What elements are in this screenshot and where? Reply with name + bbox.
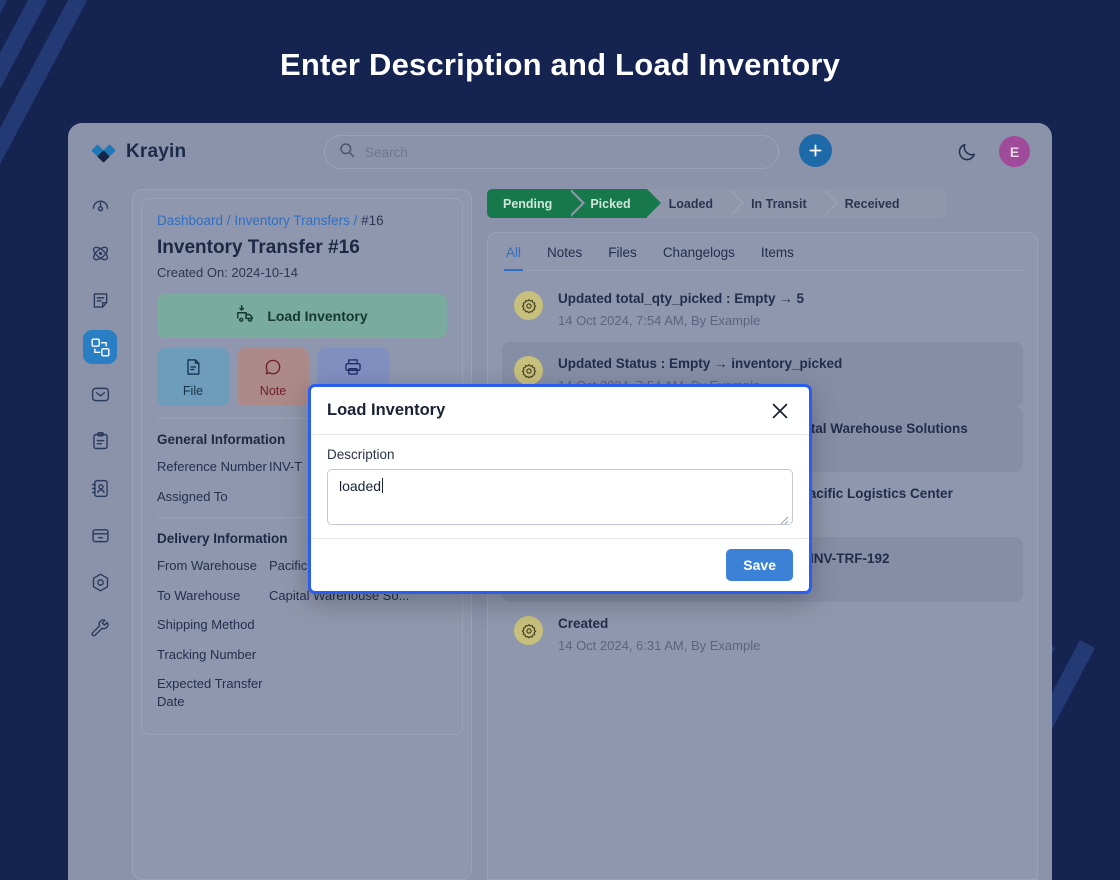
description-label: Description xyxy=(327,447,395,462)
activity-title: Created xyxy=(558,616,609,631)
activity-item: Updated total_qty_picked : Empty → 5 14 … xyxy=(502,277,1023,342)
note-icon xyxy=(263,357,283,380)
printer-icon xyxy=(343,357,363,380)
field-value xyxy=(269,616,447,634)
gear-icon xyxy=(514,616,543,645)
sidebar xyxy=(68,181,132,880)
search-icon xyxy=(339,142,355,163)
close-icon[interactable] xyxy=(767,398,793,424)
tab-files[interactable]: Files xyxy=(608,233,637,270)
tab-changelogs[interactable]: Changelogs xyxy=(663,233,735,270)
pipeline-stage-pending[interactable]: Pending xyxy=(487,189,586,218)
load-inventory-button[interactable]: Load Inventory xyxy=(157,294,447,338)
krayin-logo-icon xyxy=(91,139,117,165)
field-key: Shipping Method xyxy=(157,617,255,633)
sidebar-item-dashboard[interactable] xyxy=(83,189,117,223)
app-header: Krayin Search E xyxy=(68,123,1052,181)
activity-title: Updated Status : Empty → inventory_picke… xyxy=(558,356,843,371)
add-button[interactable] xyxy=(799,134,832,167)
sidebar-item-settings[interactable] xyxy=(83,612,117,646)
search-placeholder: Search xyxy=(365,144,408,160)
description-value: loaded xyxy=(339,478,382,494)
brand[interactable]: Krayin xyxy=(91,139,291,165)
tab-notes[interactable]: Notes xyxy=(547,233,582,270)
breadcrumb-current: #16 xyxy=(361,213,384,228)
breadcrumb-sep-1: / xyxy=(223,213,235,228)
field-value xyxy=(269,646,447,664)
gear-icon xyxy=(514,291,543,320)
sidebar-item-configuration[interactable] xyxy=(83,565,117,599)
modal-header: Load Inventory xyxy=(311,387,809,435)
field-value xyxy=(269,675,447,710)
banner-title: Enter Description and Load Inventory xyxy=(279,47,841,82)
modal-title: Load Inventory xyxy=(327,401,446,419)
gear-icon xyxy=(514,356,543,385)
modal-footer: Save xyxy=(311,538,809,591)
tab-bar: All Notes Files Changelogs Items xyxy=(502,233,1023,271)
sidebar-item-mail[interactable] xyxy=(83,377,117,411)
tab-all[interactable]: All xyxy=(503,233,524,271)
field-key: From Warehouse xyxy=(157,558,257,574)
brand-name: Krayin xyxy=(126,141,187,162)
pipeline-stage-received[interactable]: Received xyxy=(822,189,916,218)
field-key: Reference Number xyxy=(157,459,267,474)
save-button[interactable]: Save xyxy=(726,549,793,581)
field-row: Shipping Method xyxy=(157,616,447,634)
avatar[interactable]: E xyxy=(999,136,1030,167)
note-action-label: Note xyxy=(259,383,287,398)
field-row: Tracking Number xyxy=(157,646,447,664)
breadcrumb-dashboard[interactable]: Dashboard xyxy=(157,213,223,228)
field-row: Expected Transfer Date xyxy=(157,675,447,710)
sidebar-item-contacts[interactable] xyxy=(83,471,117,505)
file-action-label: File xyxy=(182,383,204,398)
sidebar-item-activities[interactable] xyxy=(83,424,117,458)
tab-items[interactable]: Items xyxy=(761,233,794,270)
text-caret xyxy=(382,478,384,493)
search-input[interactable]: Search xyxy=(324,135,779,169)
activity-item: Created 14 Oct 2024, 6:31 AM, By Example xyxy=(502,602,1023,667)
modal-body: Description loaded xyxy=(311,435,809,538)
field-key: Expected Transfer Date xyxy=(157,676,263,709)
file-icon xyxy=(183,357,203,380)
breadcrumb-inventory-transfers[interactable]: Inventory Transfers xyxy=(234,213,350,228)
pipeline-stage-in-transit[interactable]: In Transit xyxy=(729,189,823,218)
field-key: Tracking Number xyxy=(157,646,257,662)
field-key: Assigned To xyxy=(157,488,228,504)
field-key: To Warehouse xyxy=(157,587,241,603)
load-inventory-modal: Load Inventory Description loaded Save xyxy=(308,384,812,594)
sidebar-item-inventory-transfers[interactable] xyxy=(83,330,117,364)
truck-load-icon xyxy=(236,304,257,328)
activity-title: Updated total_qty_picked : Empty → 5 xyxy=(558,291,805,306)
load-inventory-label: Load Inventory xyxy=(267,308,368,324)
dark-mode-toggle[interactable] xyxy=(956,141,978,163)
description-input[interactable]: loaded xyxy=(327,469,793,525)
breadcrumb-sep-2: / xyxy=(349,213,362,228)
sidebar-item-leads[interactable] xyxy=(83,236,117,270)
note-action-button[interactable]: Note xyxy=(237,348,309,406)
created-on: Created On: 2024-10-14 xyxy=(157,265,298,280)
sidebar-item-quotes[interactable] xyxy=(83,283,117,317)
activity-meta: 14 Oct 2024, 7:54 AM, By Example xyxy=(558,313,761,328)
status-pipeline: Pending Picked Loaded In Transit Receive… xyxy=(487,189,947,218)
resize-handle-icon[interactable] xyxy=(779,512,789,525)
breadcrumb: Dashboard / Inventory Transfers / #16 xyxy=(157,213,447,228)
page-title: Inventory Transfer #16 xyxy=(157,237,360,258)
sidebar-item-products[interactable] xyxy=(83,518,117,552)
file-action-button[interactable]: File xyxy=(157,348,229,406)
activity-meta: 14 Oct 2024, 6:31 AM, By Example xyxy=(558,638,761,653)
